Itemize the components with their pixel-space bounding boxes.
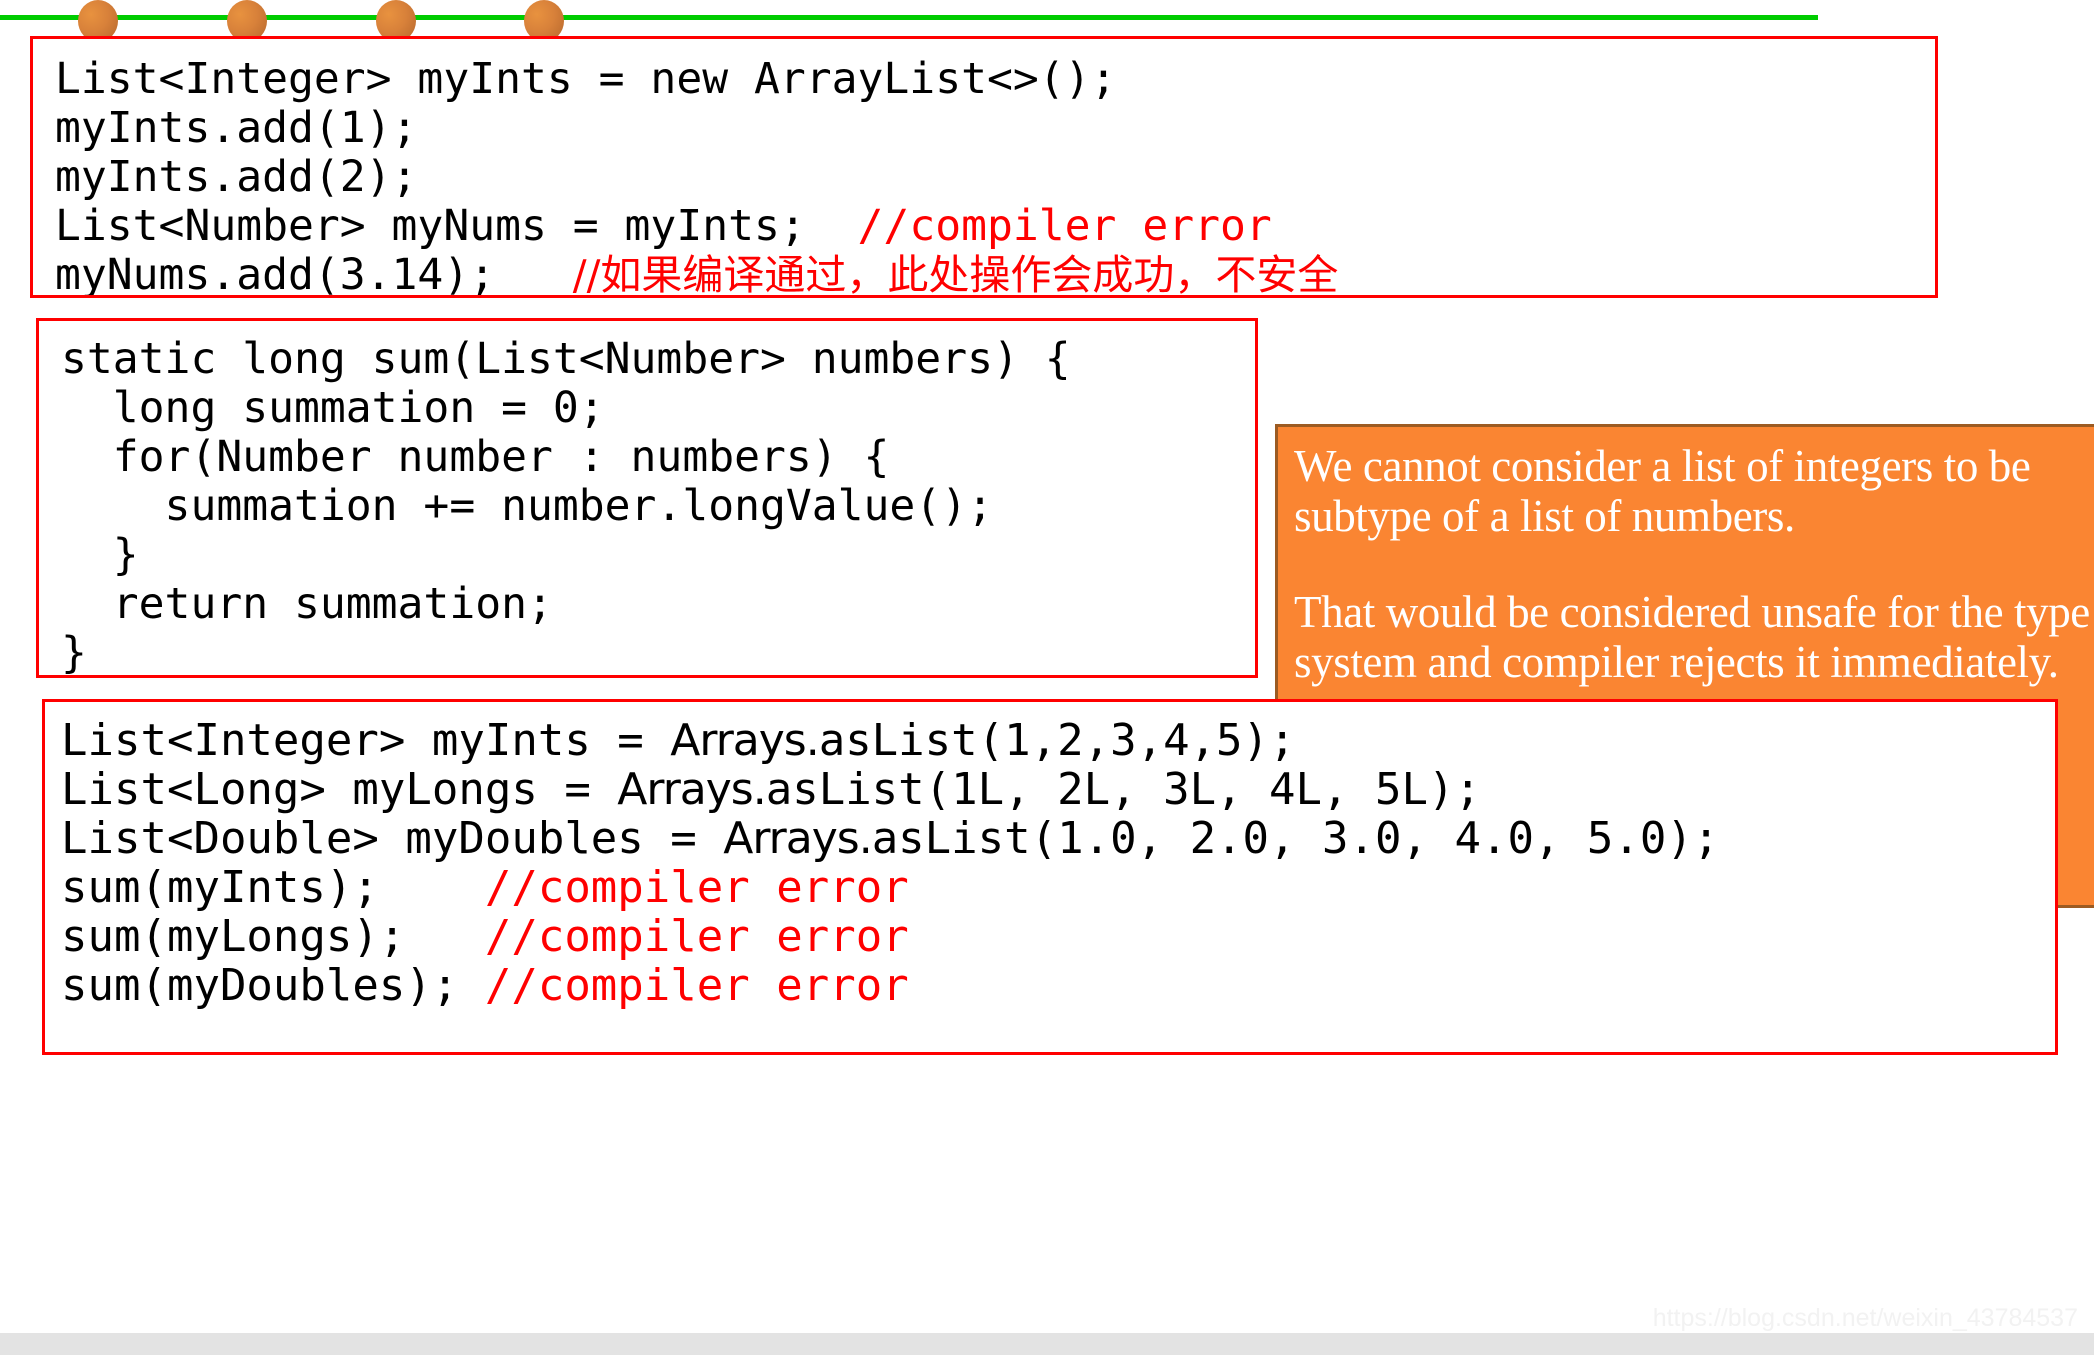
code-text: List<Integer> myInts = new ArrayList<>()…: [55, 54, 1117, 104]
code-qualifier: Arrays.: [723, 813, 872, 864]
code-line: sum(myDoubles); //compiler error: [61, 961, 2055, 1010]
green-divider-line: [0, 15, 1818, 20]
code-line: List<Number> myNums = myInts; //compiler…: [55, 202, 1935, 251]
code-line: myInts.add(2);: [55, 153, 1935, 202]
code-line: summation += number.longValue();: [61, 481, 993, 531]
code-line: List<Integer> myInts = Arrays.asList(1,2…: [61, 716, 2055, 765]
code-comment: //compiler error: [484, 960, 909, 1011]
code-text: myInts.add(1);: [55, 103, 418, 153]
code-comment: //compiler error: [484, 911, 909, 962]
code-line: long summation = 0;: [61, 383, 605, 433]
code-text-tail: asList(1.0, 2.0, 3.0, 4.0, 5.0);: [871, 813, 1720, 864]
footer-bar: [0, 1333, 2094, 1355]
code-line: sum(myInts); //compiler error: [61, 863, 2055, 912]
code-line: List<Double> myDoubles = Arrays.asList(1…: [61, 814, 2055, 863]
code-comment: //如果编译通过，此处操作会成功，不安全: [572, 251, 1339, 298]
callout-paragraph-2: That would be considered unsafe for the …: [1294, 587, 2090, 687]
code-line: }: [61, 530, 139, 580]
code-text-tail: asList(1L, 2L, 3L, 4L, 5L);: [765, 764, 1481, 815]
code-line: myInts.add(1);: [55, 104, 1935, 153]
code-line: List<Integer> myInts = new ArrayList<>()…: [55, 55, 1935, 104]
code-qualifier: Arrays.: [617, 764, 766, 815]
code-comment: //compiler error: [484, 862, 909, 913]
code-block-sum-invocations: List<Integer> myInts = Arrays.asList(1,2…: [42, 699, 2058, 1055]
code-block-1-content: List<Integer> myInts = new ArrayList<>()…: [33, 39, 1935, 298]
code-text: List<Number> myNums = myInts;: [55, 201, 858, 251]
code-block-generics-assignment: List<Integer> myInts = new ArrayList<>()…: [30, 36, 1938, 298]
code-text: List<Double> myDoubles =: [61, 813, 724, 864]
code-text: sum(myInts);: [61, 862, 485, 913]
code-line: return summation;: [61, 579, 553, 629]
code-text-tail: asList(1,2,3,4,5);: [818, 715, 1296, 766]
code-text: myNums.add(3.14);: [55, 250, 573, 298]
code-line: }: [61, 628, 87, 678]
callout-spacer: [1294, 541, 2094, 587]
code-text: sum(myLongs);: [61, 911, 485, 962]
code-comment: //compiler error: [857, 201, 1272, 251]
code-line: myNums.add(3.14); //如果编译通过，此处操作会成功，不安全: [55, 250, 1935, 298]
code-line: for(Number number : numbers) {: [61, 432, 890, 482]
code-qualifier: Arrays.: [670, 715, 819, 766]
code-text: myInts.add(2);: [55, 152, 418, 202]
slide-top-decoration: [0, 0, 2094, 42]
callout-paragraph-1: We cannot consider a list of integers to…: [1294, 441, 2031, 541]
code-text: List<Long> myLongs =: [61, 764, 618, 815]
code-block-sum-method: static long sum(List<Number> numbers) { …: [36, 318, 1258, 678]
code-line: sum(myLongs); //compiler error: [61, 912, 2055, 961]
code-text: sum(myDoubles);: [61, 960, 485, 1011]
code-block-3-content: List<Integer> myInts = Arrays.asList(1,2…: [45, 702, 2055, 1010]
code-line: List<Long> myLongs = Arrays.asList(1L, 2…: [61, 765, 2055, 814]
source-watermark: https://blog.csdn.net/weixin_43784537: [1652, 1304, 2078, 1332]
code-line: static long sum(List<Number> numbers) {: [61, 334, 1071, 384]
code-block-2-content: static long sum(List<Number> numbers) { …: [39, 321, 1255, 678]
code-text: List<Integer> myInts =: [61, 715, 671, 766]
